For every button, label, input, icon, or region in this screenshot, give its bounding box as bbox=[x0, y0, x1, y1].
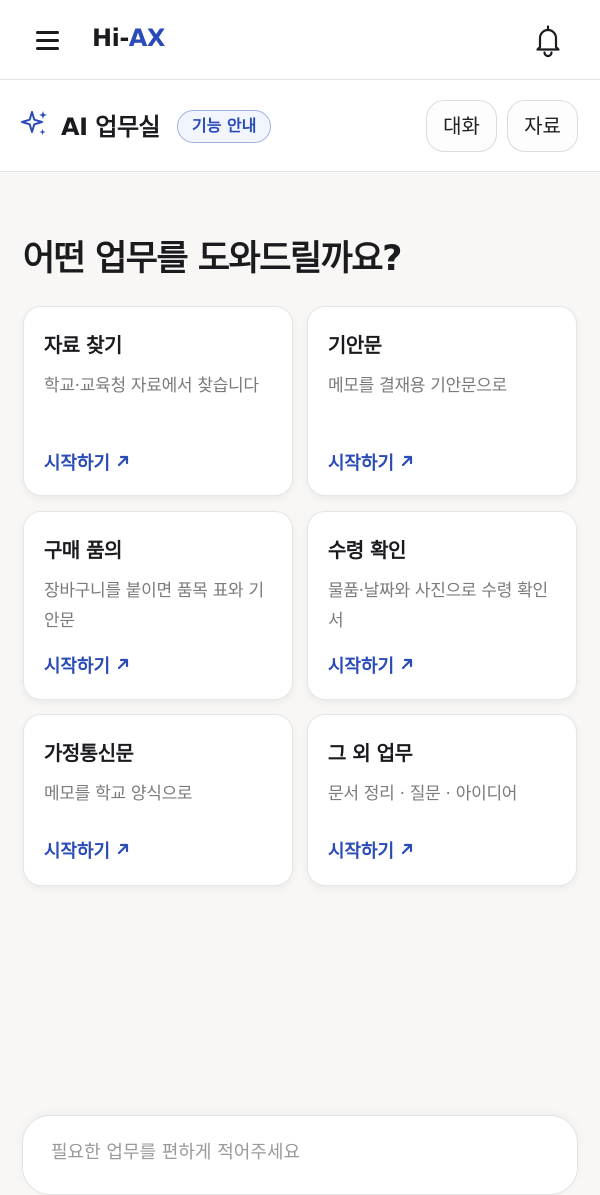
bell-icon[interactable] bbox=[528, 20, 568, 60]
card-title: 그 외 업무 bbox=[328, 741, 413, 765]
start-link[interactable]: 시작하기 bbox=[44, 837, 130, 863]
task-card-newsletter[interactable]: 가정통신문 메모를 학교 양식으로 시작하기 bbox=[23, 714, 293, 886]
arrow-up-right-icon bbox=[118, 455, 129, 467]
arrow-up-right-icon bbox=[118, 658, 129, 670]
start-link[interactable]: 시작하기 bbox=[328, 652, 414, 678]
arrow-up-right-icon bbox=[118, 843, 129, 855]
start-link[interactable]: 시작하기 bbox=[44, 449, 130, 475]
start-link-label: 시작하기 bbox=[44, 453, 111, 474]
card-title: 자료 찾기 bbox=[44, 333, 123, 357]
card-description: 장바구니를 붙이면 품목 표와 기안문 bbox=[44, 581, 264, 631]
arrow-up-right-icon bbox=[402, 455, 413, 467]
start-link-label: 시작하기 bbox=[328, 453, 395, 474]
feature-guide-button[interactable]: 기능 안내 bbox=[177, 110, 272, 143]
page-headline: 어떤 업무를 도와드릴까요? bbox=[23, 239, 402, 279]
logo-prefix: Hi- bbox=[92, 24, 129, 52]
card-title: 기안문 bbox=[328, 333, 382, 357]
composer bbox=[22, 1115, 578, 1195]
task-card-other[interactable]: 그 외 업무 문서 정리 · 질문 · 아이디어 시작하기 bbox=[307, 714, 577, 886]
task-input[interactable] bbox=[51, 1142, 551, 1163]
card-title: 구매 품의 bbox=[44, 538, 123, 562]
start-link-label: 시작하기 bbox=[44, 841, 111, 862]
card-description: 물품·날짜와 사진으로 수령 확인서 bbox=[328, 581, 548, 631]
tab-documents[interactable]: 자료 bbox=[507, 100, 578, 152]
card-description: 메모를 결재용 기안문으로 bbox=[328, 376, 507, 396]
start-link-label: 시작하기 bbox=[328, 656, 395, 677]
sparkle-icon bbox=[20, 109, 50, 139]
page-title: AI 업무실 bbox=[61, 113, 161, 141]
start-link-label: 시작하기 bbox=[328, 841, 395, 862]
logo-accent: AX bbox=[128, 24, 166, 52]
card-title: 가정통신문 bbox=[44, 741, 134, 765]
hamburger-menu-icon[interactable] bbox=[30, 24, 66, 56]
workspace-header: AI 업무실 기능 안내 대화 자료 bbox=[0, 80, 600, 172]
app-logo[interactable]: Hi-AX bbox=[92, 24, 165, 52]
start-link[interactable]: 시작하기 bbox=[328, 449, 414, 475]
card-description: 문서 정리 · 질문 · 아이디어 bbox=[328, 784, 518, 804]
card-description: 메모를 학교 양식으로 bbox=[44, 784, 193, 804]
task-card-search[interactable]: 자료 찾기 학교·교육청 자료에서 찾습니다 시작하기 bbox=[23, 306, 293, 496]
arrow-up-right-icon bbox=[402, 843, 413, 855]
task-card-purchase[interactable]: 구매 품의 장바구니를 붙이면 품목 표와 기안문 시작하기 bbox=[23, 511, 293, 700]
card-title: 수령 확인 bbox=[328, 538, 407, 562]
tab-chat[interactable]: 대화 bbox=[426, 100, 497, 152]
task-card-draft[interactable]: 기안문 메모를 결재용 기안문으로 시작하기 bbox=[307, 306, 577, 496]
task-card-receipt[interactable]: 수령 확인 물품·날짜와 사진으로 수령 확인서 시작하기 bbox=[307, 511, 577, 700]
start-link-label: 시작하기 bbox=[44, 656, 111, 677]
top-app-bar: Hi-AX bbox=[0, 0, 600, 80]
start-link[interactable]: 시작하기 bbox=[328, 837, 414, 863]
card-description: 학교·교육청 자료에서 찾습니다 bbox=[44, 376, 259, 396]
start-link[interactable]: 시작하기 bbox=[44, 652, 130, 678]
arrow-up-right-icon bbox=[402, 658, 413, 670]
